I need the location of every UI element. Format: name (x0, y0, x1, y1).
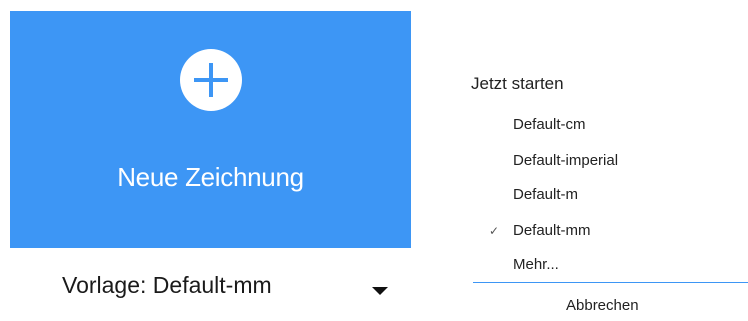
new-drawing-label: Neue Zeichnung (117, 162, 304, 192)
plus-icon (180, 49, 242, 111)
menu-item-more[interactable]: Mehr... (466, 250, 748, 282)
menu-item-label: Default-cm (513, 116, 586, 133)
menu-divider (473, 282, 748, 283)
template-dropdown[interactable]: Vorlage: Default-mm (10, 262, 411, 306)
menu-item-label: Mehr... (513, 256, 559, 273)
menu-item-default-imperial[interactable]: Default-imperial (466, 146, 748, 178)
template-menu: Jetzt starten Default-cm Default-imperia… (466, 60, 748, 321)
dropdown-arrow-icon (372, 287, 388, 295)
checkmark-icon: ✓ (489, 224, 500, 238)
start-screen: Neue Zeichnung Vorlage: Default-mm Jetzt… (0, 0, 748, 321)
menu-heading: Jetzt starten (471, 74, 564, 93)
cancel-label: Abbrechen (566, 297, 639, 314)
new-drawing-button[interactable]: Neue Zeichnung (10, 11, 411, 248)
menu-item-label: Default-m (513, 186, 579, 203)
menu-item-default-m[interactable]: Default-m (466, 180, 748, 212)
menu-item-default-mm[interactable]: ✓ Default-mm (466, 216, 748, 248)
menu-item-label: Default-mm (513, 222, 591, 239)
template-label: Vorlage: Default-mm (62, 272, 272, 298)
cancel-button[interactable]: Abbrechen (556, 293, 666, 319)
menu-item-label: Default-imperial (513, 152, 619, 169)
menu-item-default-cm[interactable]: Default-cm (466, 110, 748, 142)
